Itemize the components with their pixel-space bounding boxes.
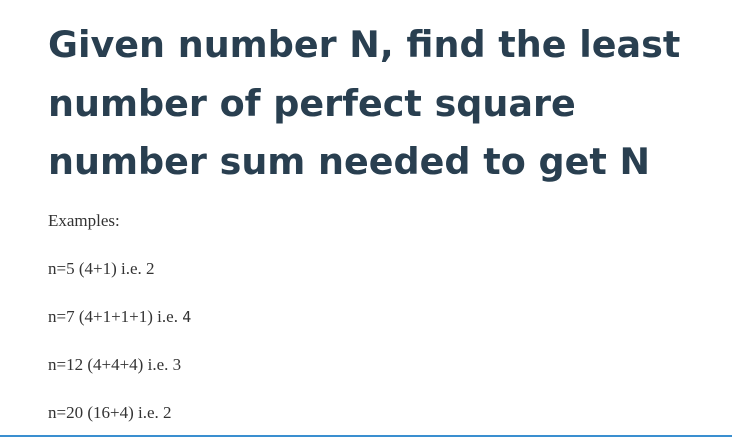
example-expression: n=20 (16+4) [48,403,134,422]
page-title: Given number N, find the least number of… [48,23,681,183]
example-expression: n=5 (4+1) [48,259,117,278]
example-answer: 4 [182,308,192,326]
example-answer: 3 [172,355,182,374]
example-answer: 2 [146,259,155,278]
example-ie-label: i.e. [147,355,169,374]
example-answer: 2 [163,403,172,422]
example-line: n=5 (4+1) i.e. 2 [48,255,191,303]
example-expression: n=12 (4+4+4) [48,355,144,374]
example-line: n=12 (4+4+4) i.e. 3 [48,351,191,399]
example-expression: n=7 (4+1+1+1) [48,307,153,326]
bottom-divider [0,435,732,437]
example-line: n=7 (4+1+1+1) i.e. 4 [48,303,191,351]
examples-intro: Examples: [48,211,120,230]
example-ie-label: i.e. [157,307,178,326]
example-ie-label: i.e. [138,403,159,422]
example-ie-label: i.e. [121,259,142,278]
article-body: Examples: n=5 (4+1) i.e. 2 n=7 (4+1+1+1)… [48,207,191,443]
article: Given number N, find the least number of… [0,0,732,443]
